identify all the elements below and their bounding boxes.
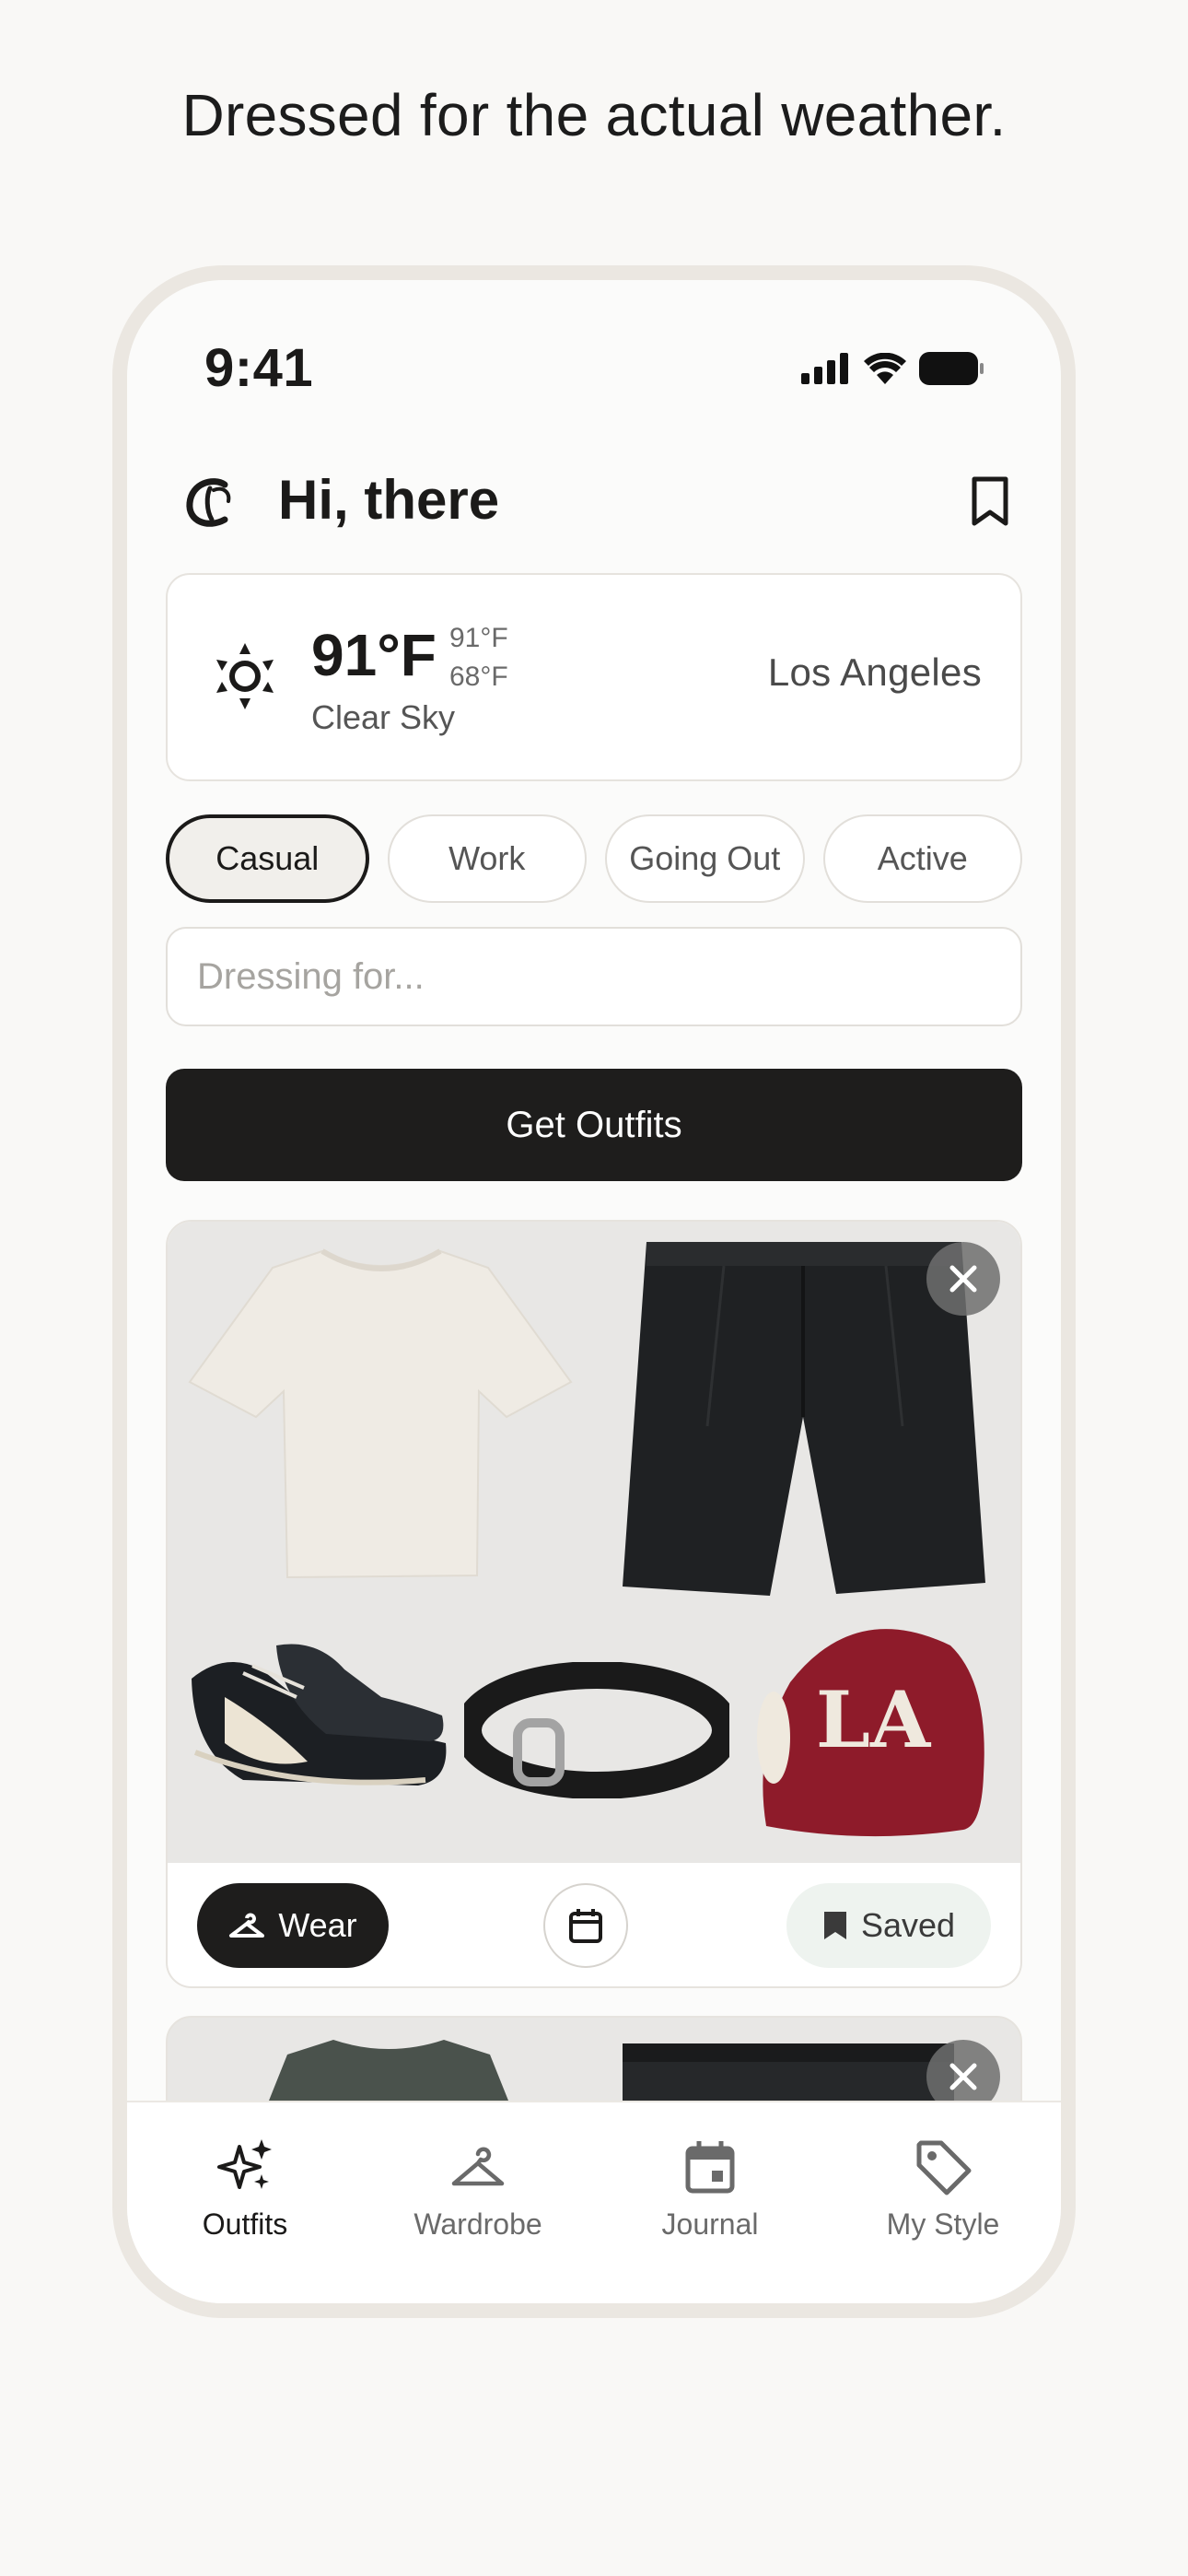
sneakers-image xyxy=(192,1644,447,1786)
tab-journal[interactable]: Journal xyxy=(609,2137,811,2242)
signal-icon xyxy=(801,353,848,384)
app-logo xyxy=(182,475,238,531)
status-time: 9:41 xyxy=(204,338,314,398)
bookmark-filled-icon xyxy=(823,1912,846,1939)
tab-wardrobe[interactable]: Wardrobe xyxy=(377,2137,579,2242)
current-temperature: 91°F xyxy=(311,622,437,688)
dressing-for-input[interactable] xyxy=(166,927,1022,1026)
tag-icon xyxy=(916,2140,972,2195)
tab-journal-label: Journal xyxy=(661,2207,759,2241)
page-headline: Dressed for the actual weather. xyxy=(181,82,1007,148)
location-city[interactable]: Los Angeles xyxy=(768,650,982,695)
hanger-icon xyxy=(229,1913,265,1938)
hanger-icon xyxy=(451,2147,505,2186)
calendar-icon xyxy=(685,2141,735,2194)
sun-icon xyxy=(210,641,280,711)
occasion-chips: Casual Work Going Out Active xyxy=(166,814,1022,903)
tab-my-style-label: My Style xyxy=(886,2207,1000,2241)
outfit-image: LA xyxy=(168,1222,1020,1863)
close-icon xyxy=(949,1265,977,1293)
outfit-card: LA Wear Saved xyxy=(166,1220,1022,1988)
chip-going-out[interactable]: Going Out xyxy=(605,814,805,903)
chip-casual[interactable]: Casual xyxy=(166,814,369,903)
phone-frame: 9:41 Hi, there 91°F 91°F 68°F Clear Sky … xyxy=(112,265,1076,2318)
saved-label: Saved xyxy=(860,1906,956,1944)
wifi-icon xyxy=(864,353,906,384)
high-temperature: 91°F xyxy=(449,623,508,653)
t-shirt-image xyxy=(188,1248,573,1579)
cap-logo: LA xyxy=(816,1674,932,1765)
close-icon xyxy=(949,2063,977,2090)
tab-bar: Outfits Wardrobe Journal My Style xyxy=(127,2101,1061,2303)
chip-work[interactable]: Work xyxy=(387,814,587,903)
wear-label: Wear xyxy=(278,1906,357,1944)
tab-outfits[interactable]: Outfits xyxy=(144,2137,346,2242)
dismiss-outfit-button[interactable] xyxy=(926,1242,1000,1316)
schedule-button[interactable] xyxy=(543,1883,628,1968)
wear-button[interactable]: Wear xyxy=(197,1883,389,1968)
battery-icon xyxy=(919,352,984,385)
weather-condition: Clear Sky xyxy=(311,698,456,736)
temperature-range: 91°F 68°F xyxy=(449,619,508,697)
tab-outfits-label: Outfits xyxy=(202,2207,288,2241)
greeting-title: Hi, there xyxy=(278,469,500,531)
get-outfits-button[interactable]: Get Outfits xyxy=(166,1069,1022,1181)
low-temperature: 68°F xyxy=(449,662,508,692)
chip-active[interactable]: Active xyxy=(822,814,1022,903)
sparkles-icon xyxy=(217,2139,272,2189)
belt-image xyxy=(464,1662,729,1798)
saved-button[interactable]: Saved xyxy=(786,1883,991,1968)
phone-screen: 9:41 Hi, there 91°F 91°F 68°F Clear Sky … xyxy=(127,280,1061,2303)
weather-card: 91°F 91°F 68°F Clear Sky Los Angeles xyxy=(166,573,1022,781)
calendar-icon xyxy=(569,1909,602,1943)
outfit-actions: Wear Saved xyxy=(168,1863,1020,1986)
status-icons xyxy=(801,352,984,385)
tab-wardrobe-label: Wardrobe xyxy=(413,2207,542,2241)
tab-my-style[interactable]: My Style xyxy=(842,2137,1044,2242)
bookmarks-icon[interactable] xyxy=(967,475,1013,527)
cap-image: LA xyxy=(757,1629,984,1837)
